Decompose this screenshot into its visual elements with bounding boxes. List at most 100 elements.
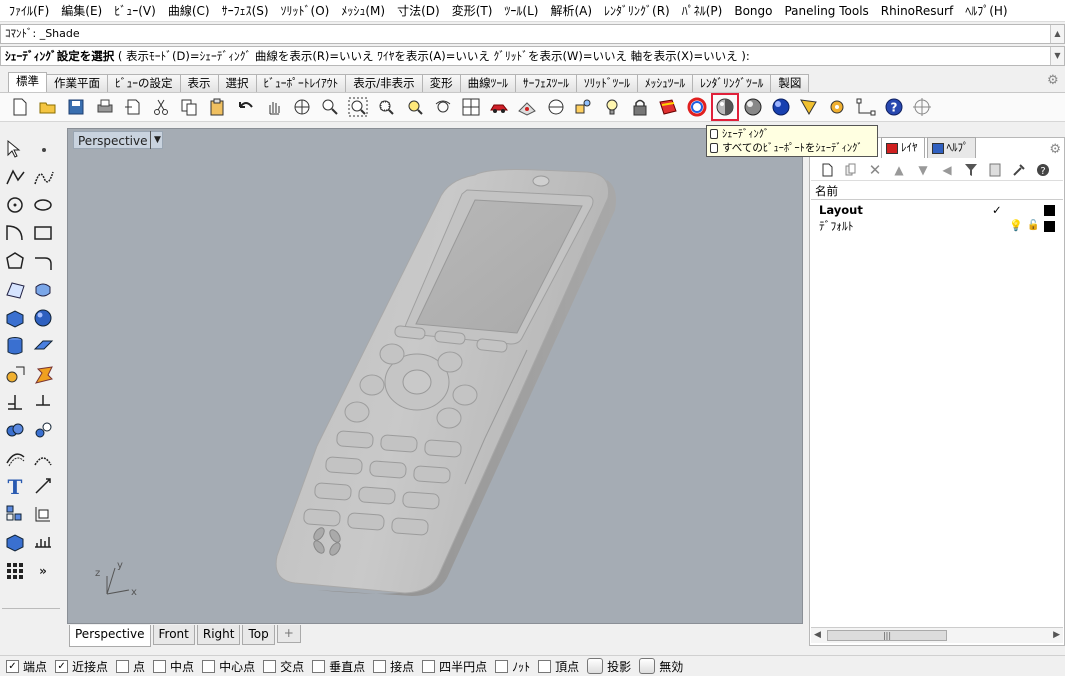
osnap-10[interactable]: 頂点: [538, 658, 579, 675]
shade-icon[interactable]: [710, 93, 739, 121]
toolbar-tab[interactable]: 標準: [8, 72, 47, 92]
layer-list-icon[interactable]: [983, 160, 1007, 180]
menu-item[interactable]: ｿﾘｯﾄﾞ(O): [275, 0, 336, 22]
cplane-icon[interactable]: [515, 95, 539, 119]
menu-item[interactable]: Paneling Tools: [778, 0, 874, 22]
osnap-7[interactable]: 接点: [373, 658, 414, 675]
status-button[interactable]: 無効: [639, 658, 683, 675]
menu-item[interactable]: ﾍﾙﾌﾟ(H): [959, 0, 1013, 22]
osnap-1[interactable]: ✓ 近接点: [55, 658, 108, 675]
tools-icon[interactable]: [1007, 160, 1031, 180]
osnap-9[interactable]: ﾉｯﾄ: [495, 658, 530, 675]
cut-icon[interactable]: [149, 95, 173, 119]
cage-edit-icon[interactable]: [2, 529, 28, 555]
curve-icon[interactable]: [30, 164, 56, 190]
menu-item[interactable]: 曲線(C): [162, 0, 216, 22]
fillet-edge-icon[interactable]: [30, 445, 56, 471]
osnap-6[interactable]: 垂直点: [312, 658, 365, 675]
surface-from-points-icon[interactable]: [2, 277, 28, 303]
osnap-8[interactable]: 四半円点: [422, 658, 487, 675]
menu-item[interactable]: ﾚﾝﾀﾞﾘﾝｸﾞ(R): [598, 0, 676, 22]
lock-icon[interactable]: [628, 95, 652, 119]
boolean-union-icon[interactable]: [2, 417, 28, 443]
osnap-0[interactable]: ✓ 端点: [6, 658, 47, 675]
rotate-icon[interactable]: [30, 473, 56, 499]
osnap-checkbox[interactable]: [538, 659, 552, 673]
toolbar-tab[interactable]: 表示/非表示: [345, 74, 423, 92]
menu-item[interactable]: ﾒｯｼｭ(M): [335, 0, 391, 22]
osnap-5[interactable]: 交点: [263, 658, 304, 675]
sphere-icon[interactable]: [30, 305, 56, 331]
layer-color-swatch[interactable]: [1044, 205, 1055, 216]
status-toggle[interactable]: [639, 658, 656, 674]
toolbar-tab[interactable]: ｿﾘｯﾄﾞﾂｰﾙ: [575, 74, 638, 92]
menu-item[interactable]: ｻｰﾌｪｽ(S): [216, 0, 275, 22]
undo-icon[interactable]: [234, 95, 258, 119]
unlock-icon[interactable]: 🔓: [1027, 218, 1039, 234]
color-wheel-icon[interactable]: [685, 95, 709, 119]
arc-icon[interactable]: [2, 220, 28, 246]
point-on-icon[interactable]: [797, 95, 821, 119]
add-viewport-tab-icon[interactable]: +: [276, 625, 301, 643]
zoom-extents-icon[interactable]: [346, 95, 370, 119]
scroll-down-icon[interactable]: ▼: [1050, 47, 1064, 65]
visible-bulb-icon[interactable]: 💡: [1009, 218, 1023, 234]
scroll-left-icon[interactable]: ◀: [814, 630, 821, 640]
cylinder-icon[interactable]: [2, 333, 28, 359]
toolbar-tab[interactable]: 選択: [217, 74, 257, 92]
command-prompt-options[interactable]: ( 表示ﾓｰﾄﾞ(D)=ｼｪｰﾃﾞｨﾝｸﾞ 曲線を表示(R)=いいえ ﾜｲﾔを表…: [114, 49, 750, 63]
new-file-icon[interactable]: [8, 95, 32, 119]
layer-row[interactable]: Layout ✓: [811, 202, 1063, 218]
scroll-thumb[interactable]: |||: [827, 630, 947, 641]
menu-item[interactable]: Bongo: [728, 0, 778, 22]
explode-icon[interactable]: [30, 361, 56, 387]
save-icon[interactable]: [64, 95, 88, 119]
select-icon[interactable]: [2, 136, 28, 162]
status-toggle[interactable]: [587, 658, 604, 674]
toolbar-tab[interactable]: ﾚﾝﾀﾞﾘﾝｸﾞﾂｰﾙ: [692, 74, 772, 92]
delete-layer-icon[interactable]: ✕: [863, 160, 887, 180]
pan-icon[interactable]: [262, 95, 286, 119]
render-preview-icon[interactable]: [741, 95, 765, 119]
flow-icon[interactable]: [30, 501, 56, 527]
point-icon[interactable]: [30, 136, 56, 162]
menu-item[interactable]: 変形(T): [446, 0, 499, 22]
help-icon[interactable]: ?: [882, 95, 906, 119]
osnap-checkbox[interactable]: ✓: [55, 659, 69, 673]
named-view-icon[interactable]: [572, 95, 596, 119]
toolbar-tab[interactable]: ﾋﾞｭｰの設定: [107, 74, 181, 92]
ellipse-icon[interactable]: [30, 192, 56, 218]
osnap-checkbox[interactable]: [373, 659, 387, 673]
box-icon[interactable]: [2, 305, 28, 331]
surface-analysis-icon[interactable]: [30, 529, 56, 555]
four-viewports-icon[interactable]: [459, 95, 483, 119]
osnap-checkbox[interactable]: [312, 659, 326, 673]
menu-item[interactable]: 解析(A): [544, 0, 598, 22]
toolbar-tab[interactable]: 製図: [770, 74, 810, 92]
menu-item[interactable]: ﾊﾟﾈﾙ(P): [676, 0, 729, 22]
rotate-view-icon[interactable]: [290, 95, 314, 119]
osnap-checkbox[interactable]: ✓: [6, 659, 19, 673]
extrude-icon[interactable]: [30, 333, 56, 359]
filter-icon[interactable]: [959, 160, 983, 180]
osnap-checkbox[interactable]: [495, 659, 509, 673]
polygon-icon[interactable]: [2, 248, 28, 274]
dimension-icon[interactable]: [2, 389, 28, 415]
new-layer-icon[interactable]: [815, 160, 839, 180]
panel-tab[interactable]: ﾍﾙﾌﾟ: [926, 137, 976, 158]
menu-item[interactable]: ﾂｰﾙ(L): [498, 0, 544, 22]
osnap-checkbox[interactable]: [116, 659, 130, 673]
menu-item[interactable]: 編集(E): [55, 0, 108, 22]
osnap-checkbox[interactable]: [202, 659, 216, 673]
viewport-tab[interactable]: Top: [242, 625, 275, 645]
scroll-up-icon[interactable]: ▲: [1050, 25, 1064, 43]
crosshair-icon[interactable]: [910, 95, 934, 119]
transform-icon[interactable]: [2, 361, 28, 387]
command-prompt[interactable]: ｼｪｰﾃﾞｨﾝｸﾞ設定を選択 ( 表示ﾓｰﾄﾞ(D)=ｼｪｰﾃﾞｨﾝｸﾞ 曲線を…: [0, 46, 1065, 66]
circle-icon[interactable]: [2, 192, 28, 218]
osnap-checkbox[interactable]: [422, 659, 436, 673]
menu-item[interactable]: ﾌｧｲﾙ(F): [3, 0, 55, 22]
phone-model-render[interactable]: x y z: [67, 128, 803, 624]
move-up-icon[interactable]: ▲: [887, 160, 911, 180]
zoom-selected-icon[interactable]: [403, 95, 427, 119]
